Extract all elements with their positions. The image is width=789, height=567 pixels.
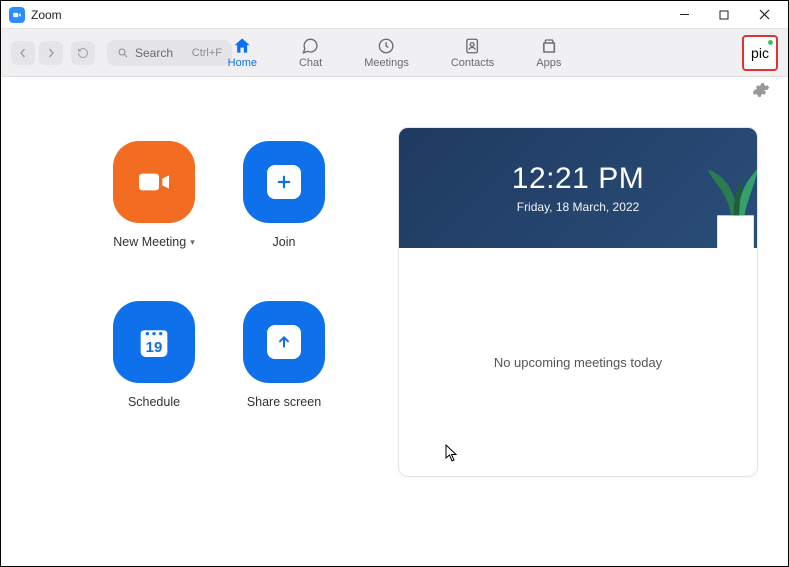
nav-history-button[interactable] [71, 41, 95, 65]
schedule-button[interactable]: 19 [113, 301, 195, 383]
main-toolbar: Search Ctrl+F Home Chat Meetings Conta [1, 29, 788, 77]
join-button[interactable] [243, 141, 325, 223]
plant-decoration [653, 142, 757, 248]
main-content: New Meeting ▾ Join 19 Schedule [1, 107, 788, 566]
new-meeting-button[interactable] [113, 141, 195, 223]
window-title: Zoom [31, 8, 62, 22]
clock-panel: 12:21 PM Friday, 18 March, 2022 [399, 128, 757, 248]
tab-apps-label: Apps [536, 57, 561, 69]
svg-text:19: 19 [146, 339, 163, 356]
window-close-button[interactable] [744, 2, 784, 28]
tab-chat[interactable]: Chat [293, 29, 328, 76]
current-time: 12:21 PM [512, 162, 644, 196]
tab-meetings-label: Meetings [364, 57, 409, 69]
tab-contacts[interactable]: Contacts [445, 29, 500, 76]
chevron-down-icon[interactable]: ▾ [190, 237, 195, 248]
gear-icon [752, 81, 770, 99]
home-icon [232, 36, 252, 56]
schedule-label: Schedule [128, 395, 180, 409]
arrow-up-icon [276, 334, 292, 350]
settings-button[interactable] [752, 81, 770, 104]
chat-icon [301, 36, 321, 56]
new-meeting-label: New Meeting [113, 235, 186, 249]
window-minimize-button[interactable] [664, 2, 704, 28]
tab-meetings[interactable]: Meetings [358, 29, 415, 76]
presence-indicator [767, 39, 774, 46]
search-input[interactable]: Search Ctrl+F [107, 40, 232, 66]
contacts-icon [463, 36, 483, 56]
tab-home-label: Home [228, 57, 257, 69]
share-screen-label: Share screen [247, 395, 321, 409]
upcoming-card: 12:21 PM Friday, 18 March, 2022 No upcom… [398, 127, 758, 477]
window-titlebar: Zoom [1, 1, 788, 29]
search-placeholder: Search [135, 46, 173, 60]
search-shortcut: Ctrl+F [192, 47, 222, 59]
current-date: Friday, 18 March, 2022 [517, 200, 640, 214]
cursor-icon [445, 444, 459, 462]
nav-forward-button[interactable] [39, 41, 63, 65]
video-icon [134, 162, 174, 202]
clock-icon [377, 36, 397, 56]
share-screen-button[interactable] [243, 301, 325, 383]
tab-contacts-label: Contacts [451, 57, 494, 69]
apps-icon [539, 36, 559, 56]
nav-back-button[interactable] [11, 41, 35, 65]
calendar-icon: 19 [134, 322, 174, 362]
window-maximize-button[interactable] [704, 2, 744, 28]
plus-icon [275, 173, 293, 191]
tab-apps[interactable]: Apps [530, 29, 567, 76]
profile-avatar-button[interactable]: pic [742, 35, 778, 71]
tab-home[interactable]: Home [222, 29, 263, 76]
profile-label: pic [751, 45, 769, 61]
join-label: Join [273, 235, 296, 249]
search-icon [117, 47, 129, 59]
tab-chat-label: Chat [299, 57, 322, 69]
zoom-app-icon [9, 7, 25, 23]
no-meetings-message: No upcoming meetings today [494, 355, 662, 370]
